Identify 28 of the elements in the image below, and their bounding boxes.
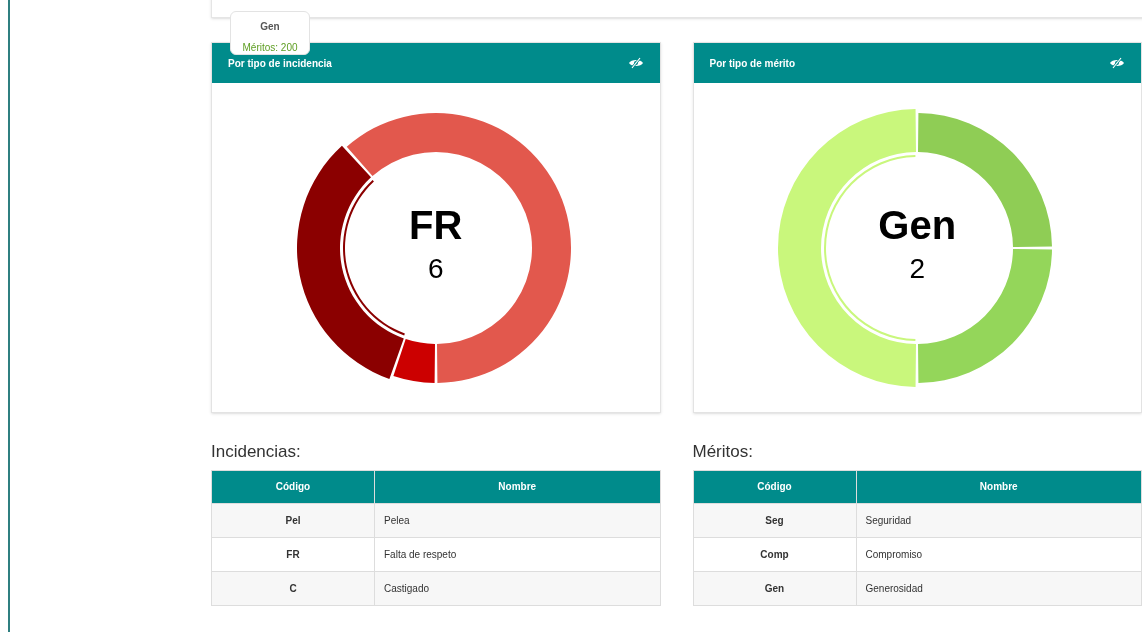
table-cell: Seg xyxy=(693,503,856,537)
center-value: 6 xyxy=(427,254,444,283)
card-title: Por tipo de incidencia xyxy=(228,56,332,71)
table-cell: Generosidad xyxy=(856,571,1142,605)
table-cell: Seguridad xyxy=(856,503,1142,537)
table-cell: Gen xyxy=(693,571,856,605)
table-cell: Pelea xyxy=(374,503,660,537)
card-title: Por tipo de mérito xyxy=(709,56,796,71)
center-label: FR xyxy=(409,204,463,245)
center-label: Gen xyxy=(878,204,957,245)
tooltip-text: Méritos: 200 xyxy=(242,41,298,55)
column-header: Nombre xyxy=(374,470,660,503)
column-header: Código xyxy=(211,470,375,503)
section-heading: Incidencias: xyxy=(211,441,302,463)
eye-slash-icon[interactable] xyxy=(627,57,644,69)
table-cell: Falta de respeto xyxy=(374,537,660,571)
tooltip-title: Gen xyxy=(260,20,280,34)
table-cell: Pel xyxy=(211,503,375,537)
table-cell: FR xyxy=(211,537,375,571)
eye-slash-icon[interactable] xyxy=(1109,57,1125,69)
section-heading: Méritos: xyxy=(692,441,754,463)
table-cell: C xyxy=(211,571,375,605)
table-cell: Castigado xyxy=(374,571,660,605)
column-header: Código xyxy=(693,470,856,503)
table-cell: Comp xyxy=(693,537,856,571)
center-value: 2 xyxy=(909,254,926,283)
table-cell: Compromiso xyxy=(856,537,1142,571)
column-header: Nombre xyxy=(856,470,1142,503)
